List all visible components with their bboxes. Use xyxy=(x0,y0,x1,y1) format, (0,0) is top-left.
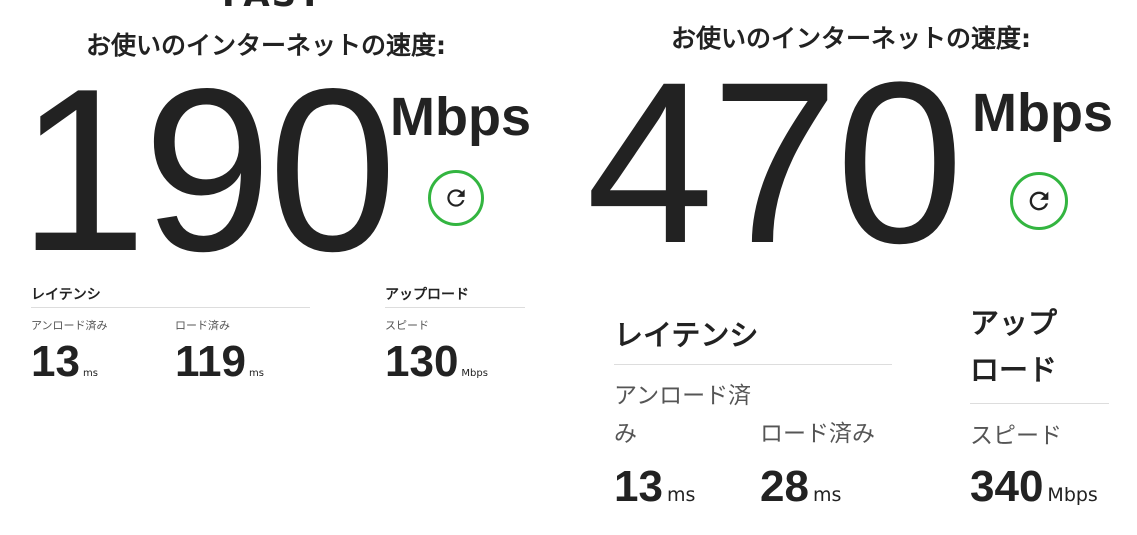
unloaded-latency-unit: ms xyxy=(666,484,696,506)
upload-speed-value: 130 xyxy=(385,337,459,386)
unloaded-latency-unit: ms xyxy=(82,368,98,379)
unloaded-latency: 13 ms xyxy=(31,338,98,386)
brand-logo: FAST xyxy=(222,0,323,12)
upload-speed-unit: Mbps xyxy=(461,368,488,379)
unloaded-latency-value: 13 xyxy=(31,337,80,386)
latency-heading: レイテンシ xyxy=(31,287,101,303)
loaded-latency-unit: ms xyxy=(812,484,842,506)
upload-divider xyxy=(385,307,525,308)
unloaded-latency-value: 13 xyxy=(614,462,663,511)
latency-heading: レイテンシ xyxy=(614,318,759,352)
loaded-label: ロード済み xyxy=(175,319,230,332)
latency-divider xyxy=(31,307,310,308)
loaded-label: ロード済み xyxy=(760,421,875,447)
upload-heading: アップロード xyxy=(385,287,469,303)
upload-speed-unit: Mbps xyxy=(1047,484,1098,506)
download-speed-unit: Mbps xyxy=(972,83,1113,143)
loaded-latency-unit: ms xyxy=(248,368,264,379)
refresh-button[interactable] xyxy=(428,170,484,226)
upload-divider xyxy=(970,403,1109,404)
loaded-latency-value: 28 xyxy=(760,462,809,511)
download-speed-value: 190 xyxy=(18,41,397,300)
unloaded-label: アンロード済み xyxy=(31,319,108,332)
unloaded-label: アンロード済み xyxy=(614,383,752,447)
loaded-latency: 119 ms xyxy=(175,338,264,386)
download-speed-unit: Mbps xyxy=(390,87,531,147)
download-speed-value: 470 xyxy=(586,34,964,291)
upload-speed: 130 Mbps xyxy=(385,338,488,386)
refresh-button[interactable] xyxy=(1010,172,1068,230)
refresh-icon xyxy=(1029,191,1049,211)
upload-heading: アップロード xyxy=(970,306,1058,387)
loaded-latency: 28 ms xyxy=(760,462,841,512)
upload-speed-value: 340 xyxy=(970,462,1044,511)
upload-speed: 340 Mbps xyxy=(970,462,1098,512)
loaded-latency-value: 119 xyxy=(175,337,246,386)
latency-divider xyxy=(614,364,892,365)
unloaded-latency: 13 ms xyxy=(614,462,695,512)
upload-speed-label: スピード xyxy=(385,319,429,332)
refresh-icon xyxy=(447,189,465,207)
upload-speed-label: スピード xyxy=(970,423,1062,449)
